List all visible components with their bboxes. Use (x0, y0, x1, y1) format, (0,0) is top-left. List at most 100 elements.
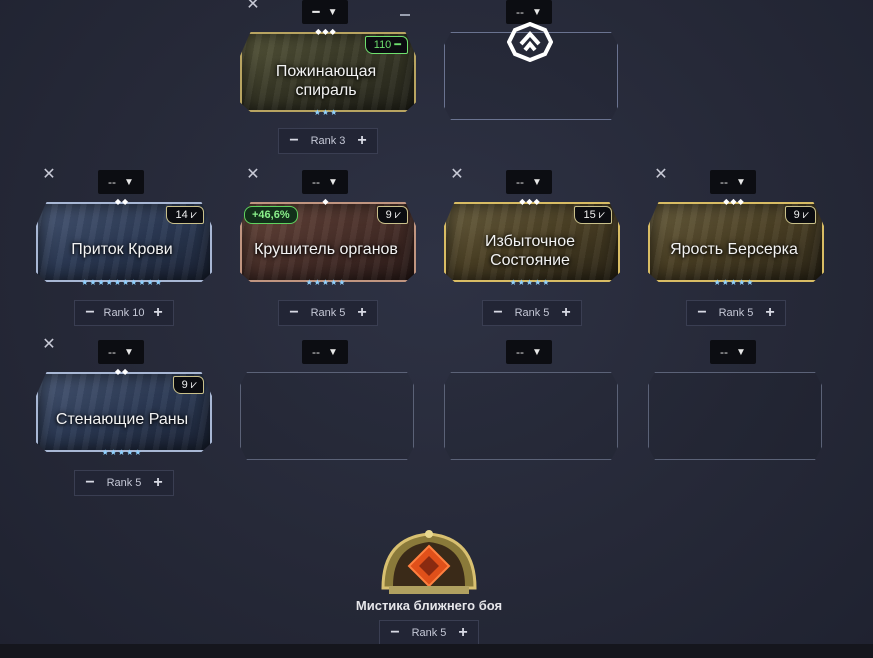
remove-mod-button[interactable]: ✕ (450, 167, 464, 183)
polarity-dropdown[interactable]: -- ▼ (506, 0, 552, 24)
polarity-value: -- (516, 5, 525, 19)
mod-name: Крушитель органов (254, 241, 398, 258)
polarity-dropdown[interactable]: -- ▼ (506, 340, 552, 364)
empty-mod-slot[interactable] (444, 372, 618, 460)
polarity-value: -- (108, 175, 117, 189)
stance-emblem-icon (381, 530, 477, 594)
rank-label: Rank 5 (411, 627, 447, 639)
remove-mod-button[interactable]: ✕ (246, 167, 260, 183)
mod-drain-badge: 14 ⩗ (166, 206, 204, 224)
chevron-down-icon: ▼ (328, 346, 338, 358)
polarity-dropdown[interactable]: -- ▼ (98, 340, 144, 364)
rank-decrease-button[interactable]: − (83, 474, 97, 492)
mod-name: Ярость Берсерка (670, 241, 798, 258)
rank-label: Rank 5 (106, 477, 142, 489)
chevron-down-icon: ▼ (327, 6, 338, 18)
rank-increase-button[interactable]: + (456, 624, 470, 642)
remove-mod-button[interactable]: ✕ (246, 0, 260, 13)
polarity-dropdown[interactable]: -- ▼ (98, 170, 144, 194)
rank-stars: ★★★★★ (509, 278, 551, 287)
rank-stars: ★★★★★ (101, 448, 143, 457)
polarity-dropdown[interactable]: -- ▼ (302, 340, 348, 364)
mod-drain-badge: 9 ⩗ (172, 376, 204, 394)
polarity-value: -- (516, 345, 525, 359)
mod-card[interactable]: ◆◆◆ 9 ⩗ Ярость Берсерка ★★★★★ (644, 197, 824, 290)
rank-increase-button[interactable]: + (151, 474, 165, 492)
rank-stars: ★★★★★★★★★★ (81, 278, 163, 287)
rank-label: Rank 5 (718, 307, 754, 319)
chevron-down-icon: ▼ (736, 176, 746, 188)
chevron-down-icon: ▼ (736, 346, 746, 358)
chevron-down-icon: ▼ (124, 346, 134, 358)
empty-slot-1: -- ▼ (236, 340, 422, 490)
rank-decrease-button[interactable]: − (388, 624, 402, 642)
empty-mod-slot[interactable] (648, 372, 822, 460)
rank-increase-button[interactable]: + (355, 132, 369, 150)
polarity-dropdown[interactable]: -- ▼ (302, 170, 348, 194)
empty-mod-slot[interactable] (240, 372, 414, 460)
rank-decrease-button[interactable]: − (695, 304, 709, 322)
rank-increase-button[interactable]: + (151, 304, 165, 322)
polarity-dropdown[interactable]: -- ▼ (710, 170, 756, 194)
chevron-down-icon: ▼ (532, 346, 542, 358)
mod-slot-5: ✕ -- ▼ ◆◆ 9 ⩗ Стенающие Раны ★★★★★ − Ran… (32, 337, 218, 496)
rank-control: − Rank 3 + (278, 128, 378, 154)
mod-card[interactable]: ◆ +46,6% 9 ⩗ Крушитель органов ★★★★★ (236, 197, 416, 290)
mod-drain-badge: 110 ━ (364, 36, 408, 54)
stance-emblem[interactable] (379, 528, 479, 596)
rank-decrease-button[interactable]: − (491, 304, 505, 322)
mod-top-dots: ◆ (322, 197, 330, 206)
mod-card[interactable]: ◆◆ 14 ⩗ Приток Крови ★★★★★★★★★★ (32, 197, 212, 290)
mod-name: Пожинающая спираль (275, 63, 377, 99)
aura-icon (506, 21, 554, 63)
mod-slot-2: ✕ -- ▼ ◆ +46,6% 9 ⩗ Крушитель органов ★★… (236, 167, 422, 326)
chevron-down-icon: ▼ (532, 176, 542, 188)
mod-slot-4: ✕ -- ▼ ◆◆◆ 9 ⩗ Ярость Берсерка ★★★★★ − R… (644, 167, 830, 326)
rank-decrease-button[interactable]: − (287, 304, 301, 322)
stance-name: Мистика ближнего боя (355, 598, 503, 613)
mod-bonus-badge: +46,6% (244, 206, 298, 224)
mod-name: Приток Крови (71, 241, 173, 258)
remove-mod-button[interactable]: ✕ (42, 337, 56, 353)
mod-top-dots: ◆◆ (114, 197, 130, 206)
rank-stars: ★★★★★ (305, 278, 347, 287)
mod-top-dots: ◆◆ (114, 367, 130, 376)
rank-stars: ★★★★★ (713, 278, 755, 287)
mod-card[interactable]: ◆◆◆ 110 ━ Пожинающая спираль ★★★ (236, 27, 416, 120)
chevron-down-icon: ▼ (328, 176, 338, 188)
polarity-value: -- (312, 345, 321, 359)
mod-slot-3: ✕ -- ▼ ◆◆◆ 15 ⩗ Избыточное Состояние ★★★★… (440, 167, 626, 326)
mod-drain-badge: 9 ⩗ (376, 206, 408, 224)
rank-control: − Rank 5 + (379, 620, 479, 646)
mod-top-dots: ◆◆◆ (723, 197, 745, 206)
mod-slot-1: ✕ -- ▼ ◆◆ 14 ⩗ Приток Крови ★★★★★★★★★★ −… (32, 167, 218, 326)
mod-drain-badge: 15 ⩗ (574, 206, 612, 224)
mod-name: Стенающие Раны (55, 411, 189, 428)
empty-slot-3: -- ▼ (644, 340, 830, 490)
polarity-dropdown[interactable]: -- ▼ (506, 170, 552, 194)
rank-control: − Rank 5 + (278, 300, 378, 326)
rank-control: − Rank 5 + (482, 300, 582, 326)
remove-mod-button[interactable]: ✕ (42, 167, 56, 183)
polarity-dropdown[interactable]: ━ ▼ (302, 0, 348, 24)
mod-top-dots: ◆◆◆ (519, 197, 541, 206)
aura-slot[interactable]: -- ▼ (440, 0, 626, 150)
mod-card[interactable]: ◆◆◆ 15 ⩗ Избыточное Состояние ★★★★★ (440, 197, 620, 290)
mod-top-dots: ◆◆◆ (315, 27, 337, 36)
mod-card[interactable]: ◆◆ 9 ⩗ Стенающие Раны ★★★★★ (32, 367, 212, 460)
empty-slot-2: -- ▼ (440, 340, 626, 490)
rank-decrease-button[interactable]: − (287, 132, 301, 150)
rank-label: Rank 3 (310, 135, 346, 147)
remove-mod-button[interactable]: ✕ (654, 167, 668, 183)
rank-increase-button[interactable]: + (355, 304, 369, 322)
rank-increase-button[interactable]: + (763, 304, 777, 322)
rank-control: − Rank 10 + (74, 300, 174, 326)
chevron-down-icon: ▼ (532, 6, 542, 18)
rank-decrease-button[interactable]: − (83, 304, 97, 322)
rank-label: Rank 10 (103, 307, 145, 319)
rank-label: Rank 5 (310, 307, 346, 319)
rank-stars: ★★★ (313, 108, 339, 117)
polarity-value: -- (108, 345, 117, 359)
rank-increase-button[interactable]: + (559, 304, 573, 322)
polarity-dropdown[interactable]: -- ▼ (710, 340, 756, 364)
